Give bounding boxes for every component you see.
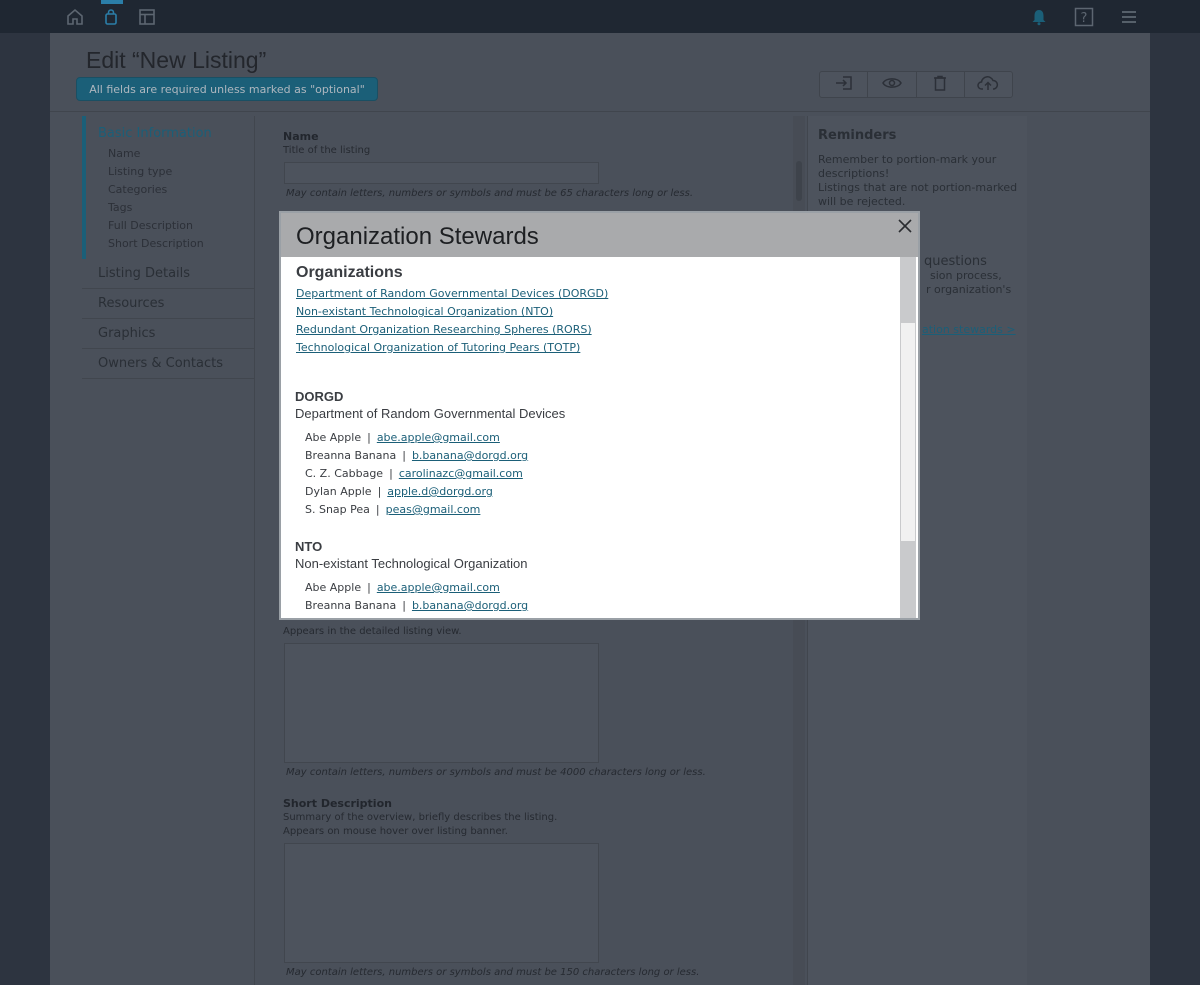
org-link-nto[interactable]: Non-existant Technological Organization …: [296, 305, 608, 323]
close-icon[interactable]: [897, 218, 913, 234]
modal-body: Organizations Department of Random Gover…: [281, 257, 899, 618]
steward-row: C. Z. Cabbage | carolinazc@gmail.com: [305, 467, 523, 480]
modal-scrollbar[interactable]: [900, 257, 916, 618]
nav-section-listing-details[interactable]: Listing Details: [82, 259, 254, 289]
reminders-text-2: Listings that are not portion-marked wil…: [818, 181, 1018, 208]
org-link-totp[interactable]: Technological Organization of Tutoring P…: [296, 341, 608, 359]
svg-text:?: ?: [1081, 11, 1088, 26]
modal-title: Organization Stewards: [296, 223, 539, 250]
submit-icon: [835, 75, 853, 95]
active-tab-indicator: [101, 0, 123, 4]
org-group-nto: NTO Non-existant Technological Organizat…: [295, 539, 528, 617]
preview-icon: [882, 75, 902, 94]
full-description-textarea[interactable]: [284, 643, 599, 763]
full-description-field-description: Appears in the detailed listing view.: [283, 626, 462, 637]
short-description-field-description-1: Summary of the overview, briefly describ…: [283, 812, 558, 823]
nav-sub-full-description[interactable]: Full Description: [98, 217, 254, 235]
help-icon[interactable]: ?: [1073, 6, 1095, 28]
organizations-heading: Organizations: [296, 264, 403, 281]
steward-name: Abe Apple: [305, 581, 362, 594]
delete-icon: [933, 75, 947, 95]
org-group-abbreviation: NTO: [295, 539, 323, 554]
org-group-full-name: Non-existant Technological Organization: [295, 556, 528, 571]
nav-sub-categories[interactable]: Categories: [98, 181, 254, 199]
steward-email-link[interactable]: carolinazc@gmail.com: [399, 467, 523, 480]
steward-email-link[interactable]: apple.d@dorgd.org: [387, 485, 493, 498]
steward-row: Breanna Banana | b.banana@dorgd.org: [305, 599, 529, 612]
short-description-field-description-2: Appears on mouse hover over listing bann…: [283, 826, 508, 837]
bell-icon[interactable]: [1028, 6, 1050, 28]
nav-section-graphics[interactable]: Graphics: [82, 319, 254, 349]
steward-row: S. Snap Pea | peas@gmail.com: [305, 503, 481, 516]
org-group-abbreviation: DORGD: [295, 389, 344, 404]
modal-scrollbar-thumb[interactable]: [901, 323, 915, 541]
nav-sub-short-description[interactable]: Short Description: [98, 235, 254, 253]
steward-list: Abe Apple | abe.apple@gmail.com Breanna Ba…: [295, 581, 528, 617]
steward-list: Abe Apple | abe.apple@gmail.com Breanna Ba…: [295, 431, 565, 521]
organization-links-list: Department of Random Governmental Device…: [296, 287, 608, 359]
reminders-title: Reminders: [818, 128, 897, 143]
nav-section-owners-contacts[interactable]: Owners & Contacts: [82, 349, 254, 379]
listing-actions-toolbar: [819, 71, 1013, 98]
steward-name: Dylan Apple: [305, 485, 372, 498]
steward-name: S. Snap Pea: [305, 503, 370, 516]
steward-row: Abe Apple | abe.apple@gmail.com: [305, 431, 500, 444]
org-link-dorgd[interactable]: Department of Random Governmental Device…: [296, 287, 608, 305]
page-title: Edit “New Listing”: [86, 47, 267, 73]
form-scrollbar-thumb[interactable]: [796, 161, 802, 201]
name-input[interactable]: [284, 162, 599, 184]
delete-button[interactable]: [917, 72, 965, 97]
org-link-rors[interactable]: Redundant Organization Researching Spher…: [296, 323, 608, 341]
hamburger-menu-icon[interactable]: [1118, 6, 1140, 28]
name-field-hint: May contain letters, numbers or symbols …: [286, 188, 694, 199]
organization-stewards-link[interactable]: ation stewards >: [922, 323, 1016, 336]
steward-row: Abe Apple | abe.apple@gmail.com: [305, 581, 500, 594]
nav-section-resources[interactable]: Resources: [82, 289, 254, 319]
layout-icon[interactable]: [136, 6, 158, 28]
name-field-label: Name: [283, 130, 319, 143]
header-divider: [50, 111, 1150, 112]
top-navigation-bar: ?: [0, 0, 1200, 33]
nav-sub-tags[interactable]: Tags: [98, 199, 254, 217]
full-description-field-hint: May contain letters, numbers or symbols …: [286, 767, 706, 778]
organization-stewards-modal: Organization Stewards Organizations Depa…: [279, 211, 920, 620]
questions-text-2: r organization's: [926, 283, 1012, 296]
questions-text-1: sion process,: [930, 269, 1002, 282]
steward-email-link[interactable]: abe.apple@gmail.com: [377, 581, 500, 594]
org-group-dorgd: DORGD Department of Random Governmental …: [295, 389, 565, 521]
submit-button[interactable]: [820, 72, 869, 97]
short-description-field-label: Short Description: [283, 797, 392, 810]
modal-header: Organization Stewards: [281, 213, 918, 257]
steward-name: Breanna Banana: [305, 449, 397, 462]
upload-icon: [977, 75, 999, 95]
nav-sub-name[interactable]: Name: [98, 145, 254, 163]
steward-email-link[interactable]: peas@gmail.com: [386, 503, 481, 516]
steward-email-link[interactable]: b.banana@dorgd.org: [412, 599, 528, 612]
required-fields-notice: All fields are required unless marked as…: [76, 77, 378, 101]
name-field-description: Title of the listing: [283, 145, 371, 156]
steward-email-link[interactable]: b.banana@dorgd.org: [412, 449, 528, 462]
steward-email-link[interactable]: abe.apple@gmail.com: [377, 431, 500, 444]
org-group-full-name: Department of Random Governmental Device…: [295, 406, 566, 421]
section-navigation: Basic Information Name Listing type Cate…: [82, 116, 254, 379]
steward-name: Breanna Banana: [305, 599, 397, 612]
preview-button[interactable]: [868, 72, 917, 97]
home-icon[interactable]: [64, 6, 86, 28]
upload-button[interactable]: [965, 72, 1012, 97]
short-description-textarea[interactable]: [284, 843, 599, 963]
nav-section-basic-information[interactable]: Basic Information Name Listing type Cate…: [82, 116, 254, 259]
steward-row: Breanna Banana | b.banana@dorgd.org: [305, 449, 529, 462]
steward-row: Dylan Apple | apple.d@dorgd.org: [305, 485, 493, 498]
nav-section-label: Basic Information: [98, 126, 212, 141]
short-description-field-hint: May contain letters, numbers or symbols …: [286, 967, 700, 978]
reminders-text-1: Remember to portion-mark your descriptio…: [818, 153, 997, 180]
questions-heading: questions: [924, 254, 987, 269]
shopping-bag-icon[interactable]: [100, 6, 122, 28]
nav-sub-listing-type[interactable]: Listing type: [98, 163, 254, 181]
steward-name: Abe Apple: [305, 431, 362, 444]
steward-name: C. Z. Cabbage: [305, 467, 384, 480]
